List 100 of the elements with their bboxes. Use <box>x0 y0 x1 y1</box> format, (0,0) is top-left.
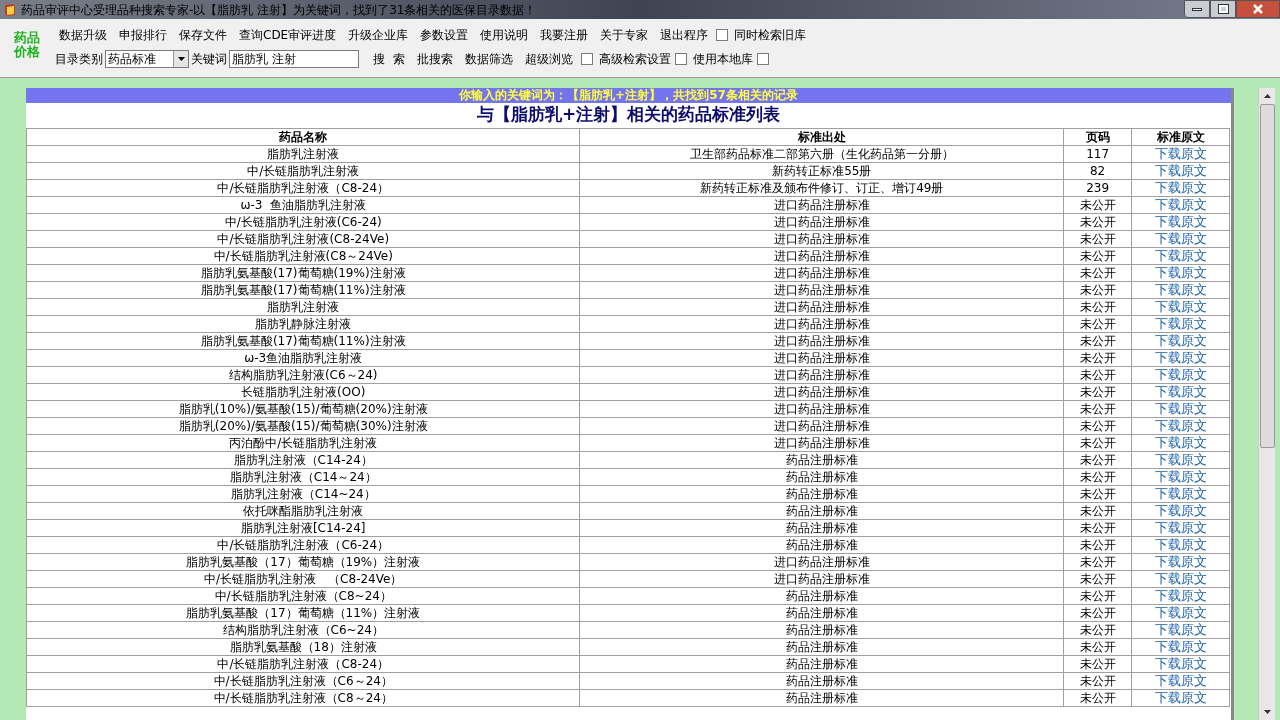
table-cell: 脂肪乳氨基酸（17）葡萄糖（19%）注射液 <box>26 553 580 571</box>
toolbar-button[interactable]: 使用说明 <box>474 24 535 45</box>
table-cell: 未公开 <box>1063 247 1132 265</box>
table-cell: 未公开 <box>1063 349 1132 367</box>
toolbar-button[interactable]: 升级企业库 <box>342 24 415 45</box>
table-cell: 未公开 <box>1063 502 1132 520</box>
table-cell: 进口药品注册标准 <box>580 349 1064 367</box>
table-cell: 未公开 <box>1063 604 1132 622</box>
dropdown-arrow-icon <box>177 56 185 61</box>
checkbox-label: 高级检索设置 <box>598 50 671 68</box>
table-cell: 未公开 <box>1063 638 1132 656</box>
table-cell: 中/长链脂肪乳注射液(C8-24Ve) <box>26 230 580 248</box>
logo: 药品 价格 <box>12 31 41 59</box>
table-cell: 未公开 <box>1063 366 1132 384</box>
close-icon <box>1253 4 1263 14</box>
column-header: 页码 <box>1063 128 1132 146</box>
table-cell: 中/长链脂肪乳注射液（C6-24） <box>26 536 580 554</box>
table-cell: 未公开 <box>1063 587 1132 605</box>
toolbar-button[interactable]: 参数设置 <box>414 24 475 45</box>
keyword-field[interactable]: 脂肪乳 注射 <box>229 49 359 68</box>
toolbar-button[interactable]: 数据筛选 <box>458 48 519 69</box>
table-cell: 脂肪乳氨基酸（18）注射液 <box>26 638 580 656</box>
table-heading: 与【脂肪乳+注射】相关的药品标准列表 <box>475 103 782 125</box>
table-cell: 239 <box>1063 179 1132 197</box>
category-dropdown[interactable]: 药品标准 <box>105 49 189 68</box>
table-cell: 未公开 <box>1063 315 1132 333</box>
table-cell: 长链脂肪乳注射液(OO) <box>26 383 580 401</box>
table-cell: 未公开 <box>1063 519 1132 537</box>
table-cell: 药品注册标准 <box>580 519 1064 537</box>
checkbox[interactable] <box>580 52 593 65</box>
table-cell: 脂肪乳注射液（C14～24） <box>26 468 580 486</box>
restore-button[interactable] <box>1210 0 1236 18</box>
table-cell: 脂肪乳注射液（C14-24） <box>26 451 580 469</box>
toolbar-button[interactable]: 查询CDE审评进度 <box>233 24 343 45</box>
table-cell: 药品注册标准 <box>580 689 1064 707</box>
toolbar-button[interactable]: 保存文件 <box>173 24 233 45</box>
table-cell: 结构脂肪乳注射液(C6～24) <box>26 366 580 384</box>
table-cell: 药品注册标准 <box>580 655 1064 673</box>
toolbar-button[interactable]: 关于专家 <box>594 24 655 45</box>
checkbox[interactable] <box>716 28 729 41</box>
table-cell: 药品注册标准 <box>580 672 1064 690</box>
table-cell: 未公开 <box>1063 230 1132 248</box>
table-cell: 药品注册标准 <box>580 638 1064 656</box>
banner: 你输入的关键词为：【脂肪乳+注射】，共找到57条相关的记录 <box>26 88 1231 103</box>
table-cell: 药品注册标准 <box>580 485 1064 503</box>
field-label: 关键词 <box>190 50 228 68</box>
toolbar-button[interactable]: 退出程序 <box>654 24 715 45</box>
toolbar-button[interactable]: 超级浏览 <box>518 48 579 69</box>
table-cell: 进口药品注册标准 <box>580 417 1064 435</box>
table-cell: 中/长链脂肪乳注射液（C8~24） <box>26 587 580 605</box>
toolbar-button[interactable]: 申报排行 <box>113 24 173 45</box>
table-cell: 进口药品注册标准 <box>580 264 1064 282</box>
column-header: 标准出处 <box>580 128 1064 146</box>
table-cell: 中/长链脂肪乳注射液（C8～24） <box>26 689 580 707</box>
table-cell: 进口药品注册标准 <box>580 366 1064 384</box>
caret-up-icon <box>1263 94 1271 98</box>
table-cell: 脂肪乳静脉注射液 <box>26 315 580 333</box>
table-cell: 未公开 <box>1063 281 1132 299</box>
checkbox[interactable] <box>674 52 687 65</box>
table-cell: 中/长链脂肪乳注射液（C8-24） <box>26 655 580 673</box>
table-cell: ω-3 鱼油脂肪乳注射液 <box>26 196 580 214</box>
table-cell: 药品注册标准 <box>580 604 1064 622</box>
table-cell: 未公开 <box>1063 570 1132 588</box>
table-cell: 进口药品注册标准 <box>580 196 1064 214</box>
table-cell: 中/长链脂肪乳注射液(C8～24Ve) <box>26 247 580 265</box>
table-cell: 脂肪乳氨基酸(17)葡萄糖(11%)注射液 <box>26 332 580 350</box>
minimize-button[interactable] <box>1184 0 1210 18</box>
table-cell: 依托咪酯脂肪乳注射液 <box>26 502 580 520</box>
toolbar-button[interactable]: 我要注册 <box>534 24 595 45</box>
table-cell: 未公开 <box>1063 298 1132 316</box>
table-cell: 进口药品注册标准 <box>580 332 1064 350</box>
table-cell: 未公开 <box>1063 672 1132 690</box>
checkbox[interactable] <box>756 52 769 65</box>
table-cell: 未公开 <box>1063 536 1132 554</box>
table-cell: 未公开 <box>1063 689 1132 707</box>
toolbar-button[interactable]: 搜 索 <box>367 48 411 69</box>
table-cell: 中/长链脂肪乳注射液（C6～24） <box>26 672 580 690</box>
scroll-thumb[interactable] <box>1259 104 1275 448</box>
table-cell: 未公开 <box>1063 451 1132 469</box>
table-cell: 进口药品注册标准 <box>580 247 1064 265</box>
table-cell: 未公开 <box>1063 332 1132 350</box>
table-cell: 脂肪乳(20%)/氨基酸(15)/葡萄糖(30%)注射液 <box>26 417 580 435</box>
table-cell: 进口药品注册标准 <box>580 383 1064 401</box>
column-header: 药品名称 <box>26 128 580 146</box>
table-cell: 未公开 <box>1063 468 1132 486</box>
table-cell: 脂肪乳(10%)/氨基酸(15)/葡萄糖(20%)注射液 <box>26 400 580 418</box>
close-button[interactable] <box>1236 0 1280 18</box>
toolbar-button[interactable]: 数据升级 <box>53 24 113 45</box>
table-cell: 中/长链脂肪乳注射液（C8-24） <box>26 179 580 197</box>
table-cell: 药品注册标准 <box>580 468 1064 486</box>
table-cell: 脂肪乳注射液（C14~24） <box>26 485 580 503</box>
table-cell: 丙泊酚中/长链脂肪乳注射液 <box>26 434 580 452</box>
table-cell: 未公开 <box>1063 400 1132 418</box>
table-cell: 药品注册标准 <box>580 536 1064 554</box>
caret-down-icon <box>1263 710 1271 714</box>
table-cell: 进口药品注册标准 <box>580 230 1064 248</box>
toolbar-button[interactable]: 批搜索 <box>410 48 459 69</box>
table-cell: 未公开 <box>1063 434 1132 452</box>
field-label: 目录类别 <box>54 50 104 68</box>
table-cell: ω-3鱼油脂肪乳注射液 <box>26 349 580 367</box>
